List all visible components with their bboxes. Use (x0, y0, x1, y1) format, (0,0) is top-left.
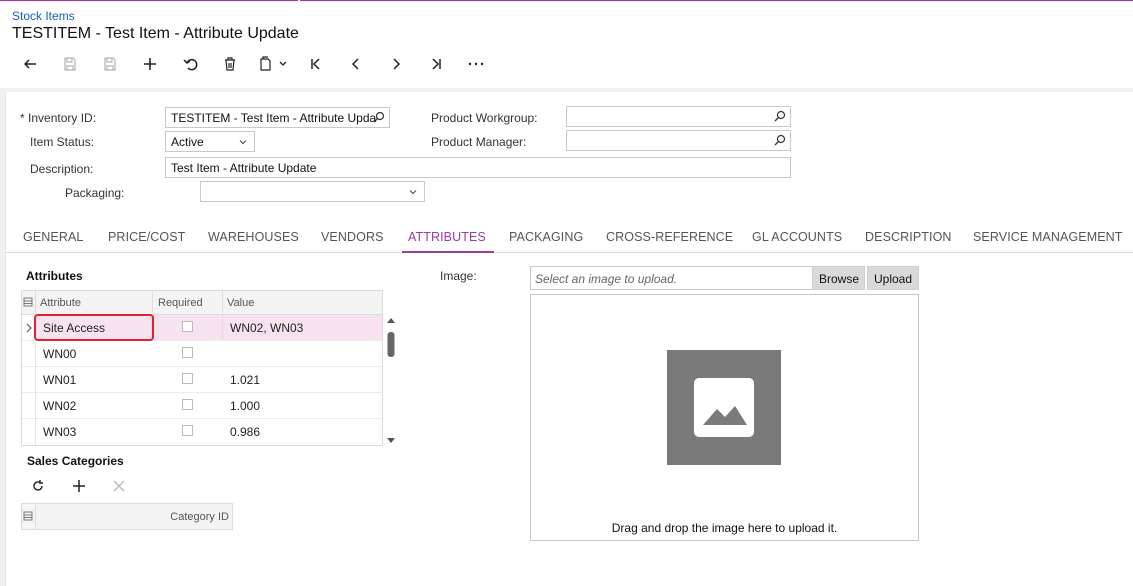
required-checkbox[interactable] (182, 399, 193, 410)
item-status-select[interactable]: Active (165, 131, 255, 152)
packaging-label: Packaging: (65, 186, 125, 200)
tab-cross-reference[interactable]: CROSS-REFERENCE (606, 220, 733, 253)
tab-general[interactable]: GENERAL (23, 220, 83, 253)
upload-button[interactable]: Upload (867, 266, 919, 290)
delete-icon[interactable] (210, 52, 250, 76)
copy-paste-icon[interactable] (250, 52, 296, 76)
required-mark: * (20, 111, 25, 125)
description-label: Description: (30, 162, 94, 176)
attribute-cell[interactable]: WN03 (43, 425, 76, 439)
add-row-icon[interactable] (72, 479, 86, 496)
product-workgroup-label: Product Workgroup: (431, 111, 538, 125)
first-record-icon[interactable] (296, 52, 336, 76)
header: Stock Items TESTITEM - Test Item - Attri… (0, 0, 1133, 88)
required-checkbox[interactable] (182, 373, 193, 384)
attribute-cell[interactable]: WN01 (43, 373, 76, 387)
tab-gl-accounts[interactable]: GL ACCOUNTS (752, 220, 842, 253)
description-field[interactable]: Test Item - Attribute Update (165, 157, 791, 178)
required-checkbox[interactable] (182, 347, 193, 358)
add-icon[interactable] (130, 52, 170, 76)
tab-description[interactable]: DESCRIPTION (865, 220, 952, 253)
previous-record-icon[interactable] (336, 52, 376, 76)
packaging-select[interactable] (200, 181, 425, 202)
page-title: TESTITEM - Test Item - Attribute Update (12, 25, 299, 42)
tab-price-cost[interactable]: PRICE/COST (108, 220, 185, 253)
table-row[interactable]: WN02 1.000 (22, 393, 382, 419)
value-cell[interactable]: 1.021 (230, 373, 260, 387)
table-row[interactable]: WN01 1.021 (22, 367, 382, 393)
drop-instructions: Drag and drop the image here to upload i… (611, 521, 838, 535)
inventory-id-label: * Inventory ID: (20, 111, 97, 125)
highlight-annotation (34, 314, 154, 341)
attributes-title: Attributes (26, 269, 83, 283)
inventory-id-field[interactable]: TESTITEM - Test Item - Attribute Upda (165, 107, 390, 128)
browse-button[interactable]: Browse (812, 266, 865, 290)
column-value[interactable]: Value (227, 297, 254, 309)
image-upload-input[interactable]: Select an image to upload. (530, 266, 813, 290)
image-placeholder-icon (667, 350, 781, 465)
last-record-icon[interactable] (416, 52, 456, 76)
grid-scrollbar[interactable] (386, 316, 396, 445)
tab-service-management[interactable]: SERVICE MANAGEMENT (973, 220, 1123, 253)
form-panel: * Inventory ID: TESTITEM - Test Item - A… (5, 92, 1133, 586)
column-category-id[interactable]: Category ID (170, 511, 229, 523)
sales-categories-title: Sales Categories (27, 454, 124, 468)
next-record-icon[interactable] (376, 52, 416, 76)
table-row[interactable]: WN03 0.986 (22, 419, 382, 445)
product-manager-label: Product Manager: (431, 135, 527, 149)
tab-warehouses[interactable]: WAREHOUSES (208, 220, 299, 253)
product-manager-field[interactable] (566, 130, 791, 151)
value-cell[interactable]: 0.986 (230, 425, 260, 439)
value-cell[interactable]: 1.000 (230, 399, 260, 413)
save-icon[interactable] (90, 52, 130, 76)
delete-row-icon[interactable] (112, 479, 126, 496)
grid-header: Attribute Required Value (22, 291, 382, 315)
search-icon[interactable] (774, 134, 786, 149)
top-accent-line (0, 0, 1133, 2)
column-attribute[interactable]: Attribute (40, 297, 81, 309)
search-icon[interactable] (373, 111, 385, 126)
tab-attributes[interactable]: ATTRIBUTES (402, 220, 494, 253)
table-row[interactable]: WN00 (22, 341, 382, 367)
more-icon[interactable] (456, 52, 496, 76)
grid-settings-icon[interactable] (22, 291, 36, 314)
back-arrow-icon[interactable] (10, 52, 50, 76)
sales-categories-grid: Category ID (21, 503, 233, 530)
attribute-cell[interactable]: WN02 (43, 399, 76, 413)
undo-icon[interactable] (170, 52, 210, 76)
required-checkbox[interactable] (182, 425, 193, 436)
tab-packaging[interactable]: PACKAGING (509, 220, 583, 253)
value-cell[interactable]: WN02, WN03 (230, 321, 303, 335)
chevron-down-icon (408, 186, 418, 200)
search-icon[interactable] (774, 110, 786, 125)
tab-vendors[interactable]: VENDORS (321, 220, 384, 253)
product-workgroup-field[interactable] (566, 106, 791, 127)
save-close-icon[interactable] (50, 52, 90, 76)
image-label: Image: (440, 269, 477, 283)
breadcrumb[interactable]: Stock Items (12, 9, 75, 23)
attribute-cell[interactable]: WN00 (43, 347, 76, 361)
grid-settings-icon[interactable] (22, 504, 36, 529)
refresh-icon[interactable] (31, 479, 45, 496)
image-drop-zone[interactable]: Drag and drop the image here to upload i… (530, 294, 919, 541)
required-checkbox[interactable] (182, 321, 193, 332)
chevron-down-icon (238, 136, 248, 150)
main-area: * Inventory ID: TESTITEM - Test Item - A… (0, 88, 1133, 586)
column-required[interactable]: Required (158, 297, 203, 309)
toolbar (10, 52, 496, 76)
tab-bar: GENERAL PRICE/COST WAREHOUSES VENDORS AT… (6, 220, 1133, 253)
item-status-label: Item Status: (30, 135, 95, 149)
